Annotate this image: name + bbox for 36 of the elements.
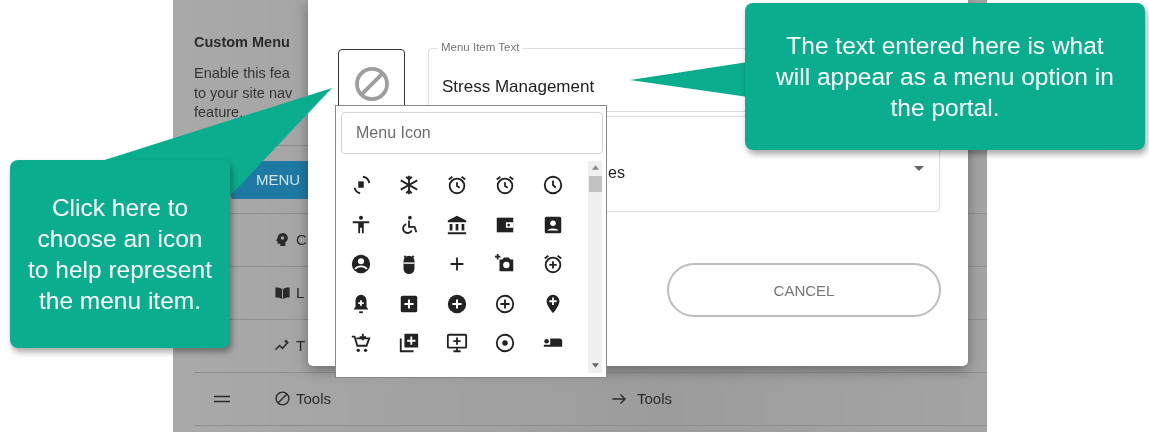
snowflake-icon[interactable] xyxy=(398,174,420,196)
head-gear-icon xyxy=(274,231,291,248)
menu-item-target: Tools xyxy=(637,390,673,407)
alarm-plus-icon[interactable] xyxy=(542,253,564,275)
clock-icon[interactable] xyxy=(542,174,564,196)
user-circle-icon[interactable] xyxy=(350,253,372,275)
menu-item-label: Tools xyxy=(296,390,332,407)
monitor-plus-icon[interactable] xyxy=(446,332,468,354)
description-text: feature. xyxy=(194,103,244,122)
circle-plus-icon[interactable] xyxy=(446,292,468,315)
description-text: to your site nav xyxy=(194,83,293,103)
ban-icon xyxy=(352,65,391,103)
cart-plus-icon[interactable] xyxy=(350,332,372,354)
plus-circle-icon[interactable] xyxy=(494,292,516,315)
callout-text: Click here to choose an icon to help represent the menu item. xyxy=(10,160,230,348)
menu-item-label: T xyxy=(296,337,306,354)
caret-icon xyxy=(914,165,924,171)
scroll-up-icon[interactable] xyxy=(591,165,599,170)
section-title: Custom Menu xyxy=(194,34,290,50)
drag-handle-icon[interactable] xyxy=(214,394,230,403)
scroll-down-icon[interactable] xyxy=(591,363,599,368)
alarm-clock-icon[interactable] xyxy=(494,174,516,196)
scroll-thumb[interactable] xyxy=(588,176,602,192)
ban-icon xyxy=(274,390,291,407)
icon-search-field[interactable]: Menu Icon xyxy=(341,112,603,154)
alarm-clock-icon[interactable] xyxy=(446,174,468,196)
scrollbar[interactable] xyxy=(588,161,602,373)
person-icon[interactable] xyxy=(350,213,372,236)
menu-item-label: C xyxy=(296,231,307,248)
callout-text: The text entered here is what will appear as a menu option in the portal. xyxy=(745,3,1145,150)
radio-button-icon[interactable] xyxy=(494,332,516,354)
library-plus-icon[interactable] xyxy=(398,332,420,354)
description-text: Enable this fea xyxy=(194,64,290,83)
cancel-button[interactable]: CANCEL xyxy=(667,263,941,317)
menu-item-label: L xyxy=(296,284,305,301)
bank-icon[interactable] xyxy=(446,213,468,236)
